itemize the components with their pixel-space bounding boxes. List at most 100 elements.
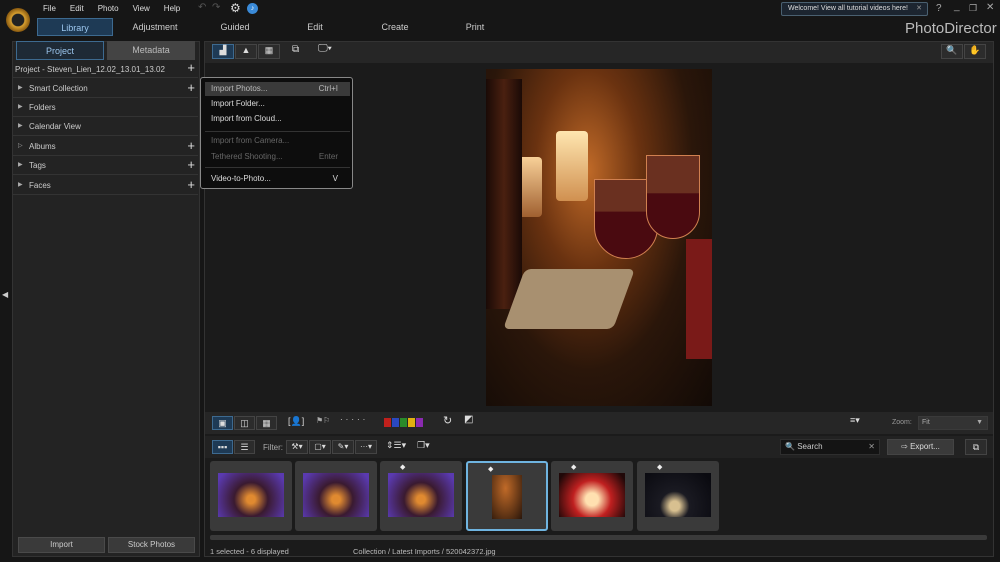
tree-tags[interactable]: ▶ Tags + bbox=[13, 156, 198, 175]
color-label-purple[interactable] bbox=[416, 418, 423, 427]
shortcut: Ctrl+I bbox=[318, 84, 338, 93]
menu-item-import-folder[interactable]: Import Folder... bbox=[205, 97, 350, 111]
expand-icon[interactable]: ▶ bbox=[18, 117, 23, 136]
zoom-select[interactable]: Fit ▼ bbox=[918, 416, 988, 430]
tree-albums[interactable]: ▷ Albums + bbox=[13, 137, 198, 156]
list-view-icon[interactable]: ☰ bbox=[234, 440, 255, 454]
close-icon[interactable]: ✕ bbox=[916, 3, 922, 15]
color-label-blue[interactable] bbox=[392, 418, 399, 427]
undo-icon[interactable]: ↶ bbox=[198, 2, 206, 13]
minimize-icon[interactable]: _ bbox=[954, 1, 960, 12]
zoom-value: Fit bbox=[922, 419, 930, 426]
monitor-icon[interactable]: 🖵▾ bbox=[318, 43, 332, 54]
color-label-red[interactable] bbox=[384, 418, 391, 427]
external-window-icon[interactable]: ⧉ bbox=[965, 439, 987, 455]
main-photo[interactable] bbox=[486, 69, 712, 406]
expand-icon[interactable]: ▶ bbox=[18, 156, 23, 175]
clear-search-icon[interactable]: ✕ bbox=[868, 440, 875, 454]
tab-metadata[interactable]: Metadata bbox=[107, 41, 195, 60]
tree-faces[interactable]: ▶ Faces + bbox=[13, 176, 198, 195]
tag-icon: ◆ bbox=[400, 464, 406, 471]
view-browser-icon[interactable]: ▟ bbox=[212, 44, 234, 59]
pan-tool-icon[interactable]: ✋ bbox=[964, 44, 986, 59]
single-view-icon[interactable]: ▣ bbox=[212, 416, 233, 430]
expand-icon[interactable]: ▶ bbox=[18, 79, 23, 98]
tab-guided[interactable]: Guided bbox=[197, 18, 273, 36]
tab-library[interactable]: Library bbox=[37, 18, 113, 36]
multi-view-icon[interactable]: ▦ bbox=[256, 416, 277, 430]
left-collapse-handle[interactable]: ◀ bbox=[2, 290, 8, 299]
filter-more-icon[interactable]: ···▾ bbox=[355, 440, 377, 454]
thumbnail[interactable] bbox=[295, 461, 377, 531]
expand-icon[interactable]: ▶ bbox=[18, 176, 23, 195]
help-icon[interactable]: ? bbox=[936, 3, 942, 14]
tree-smart-collection[interactable]: ▶ Smart Collection + bbox=[13, 79, 198, 98]
stock-photos-button[interactable]: Stock Photos bbox=[108, 537, 195, 553]
flag-icon[interactable]: ⚑⚐ bbox=[316, 416, 330, 425]
color-label-yellow[interactable] bbox=[408, 418, 415, 427]
expand-icon[interactable]: ▶ bbox=[18, 98, 23, 117]
view-grid-icon[interactable]: ▦ bbox=[258, 44, 280, 59]
thumbnail[interactable]: ◆ bbox=[380, 461, 462, 531]
filter-frame-icon[interactable]: ▢▾ bbox=[309, 440, 331, 454]
color-label-green[interactable] bbox=[400, 418, 407, 427]
rotate-icon[interactable]: ↻ bbox=[443, 414, 452, 427]
import-button[interactable]: Import bbox=[18, 537, 105, 553]
view-single-icon[interactable]: ▲ bbox=[235, 44, 257, 59]
tab-project[interactable]: Project bbox=[16, 41, 104, 60]
add-icon[interactable]: + bbox=[187, 60, 195, 76]
export-button[interactable]: ⇨ Export... bbox=[887, 439, 954, 455]
tree-label: Albums bbox=[29, 142, 56, 151]
selection-status: 1 selected - 6 displayed bbox=[210, 547, 289, 556]
tab-create[interactable]: Create bbox=[357, 18, 433, 36]
search-input[interactable]: 🔍 Search ✕ bbox=[780, 439, 880, 455]
thumbnail-selected[interactable]: ◆ bbox=[466, 461, 548, 531]
filter-edit-icon[interactable]: ✎▾ bbox=[332, 440, 354, 454]
zoom-tool-icon[interactable]: 🔍 bbox=[941, 44, 963, 59]
compare-view-icon[interactable]: ◫ bbox=[234, 416, 255, 430]
second-display-icon[interactable]: ⧉ bbox=[292, 44, 299, 55]
app-logo[interactable] bbox=[6, 8, 30, 32]
menu-help[interactable]: Help bbox=[164, 4, 180, 13]
menu-file[interactable]: File bbox=[43, 4, 56, 13]
expand-icon[interactable]: ▷ bbox=[18, 137, 23, 156]
thumbnail[interactable]: ◆ bbox=[551, 461, 633, 531]
menu-item-import-cloud[interactable]: Import from Cloud... bbox=[205, 112, 350, 126]
add-icon[interactable]: + bbox=[187, 136, 195, 155]
notification-icon[interactable]: ♪ bbox=[247, 3, 258, 14]
add-icon[interactable]: + bbox=[187, 155, 195, 174]
tab-edit[interactable]: Edit bbox=[277, 18, 353, 36]
tab-print[interactable]: Print bbox=[437, 18, 513, 36]
tree-label: Smart Collection bbox=[29, 84, 88, 93]
star-rating[interactable]: ····· bbox=[340, 415, 368, 424]
settings-icon[interactable]: ⚙ bbox=[230, 1, 241, 15]
tab-adjustment[interactable]: Adjustment bbox=[117, 18, 193, 36]
tag-icon: ◆ bbox=[571, 464, 577, 471]
face-tag-icon[interactable]: [👤] bbox=[288, 416, 304, 427]
restore-icon[interactable]: ❐ bbox=[969, 3, 977, 14]
menu-item-import-photos[interactable]: Import Photos... Ctrl+I bbox=[205, 82, 350, 96]
sort-icon[interactable]: ≡▾ bbox=[850, 415, 860, 426]
add-icon[interactable]: + bbox=[187, 78, 195, 97]
menu-view[interactable]: View bbox=[133, 4, 150, 13]
menu-edit[interactable]: Edit bbox=[70, 4, 84, 13]
tooltip-text: Welcome! View all tutorial videos here! bbox=[788, 5, 908, 12]
add-icon[interactable]: + bbox=[187, 175, 195, 194]
thumbnail-scrollbar[interactable] bbox=[210, 535, 987, 540]
thumbnail[interactable] bbox=[210, 461, 292, 531]
menu-item-video-to-photo[interactable]: Video-to-Photo... V bbox=[205, 172, 350, 186]
close-window-icon[interactable]: ✕ bbox=[986, 2, 994, 13]
thumbnail[interactable]: ◆ bbox=[637, 461, 719, 531]
redo-icon[interactable]: ↷ bbox=[212, 2, 220, 13]
stack-icon[interactable]: ❐▾ bbox=[417, 440, 430, 451]
crop-warning-icon[interactable]: ◩ bbox=[464, 414, 473, 425]
filter-people-icon[interactable]: ⚒▾ bbox=[286, 440, 308, 454]
sort-order-icon[interactable]: ⇕☰▾ bbox=[386, 440, 406, 451]
tree-folders[interactable]: ▶ Folders bbox=[13, 98, 198, 117]
thumbnail-view-icon[interactable]: ▪▪▪ bbox=[212, 440, 233, 454]
tree-calendar-view[interactable]: ▶ Calendar View bbox=[13, 117, 198, 136]
menu-photo[interactable]: Photo bbox=[98, 4, 119, 13]
search-placeholder: Search bbox=[797, 442, 823, 451]
thumbnail-image bbox=[559, 473, 625, 517]
welcome-tooltip[interactable]: Welcome! View all tutorial videos here! … bbox=[781, 2, 928, 16]
